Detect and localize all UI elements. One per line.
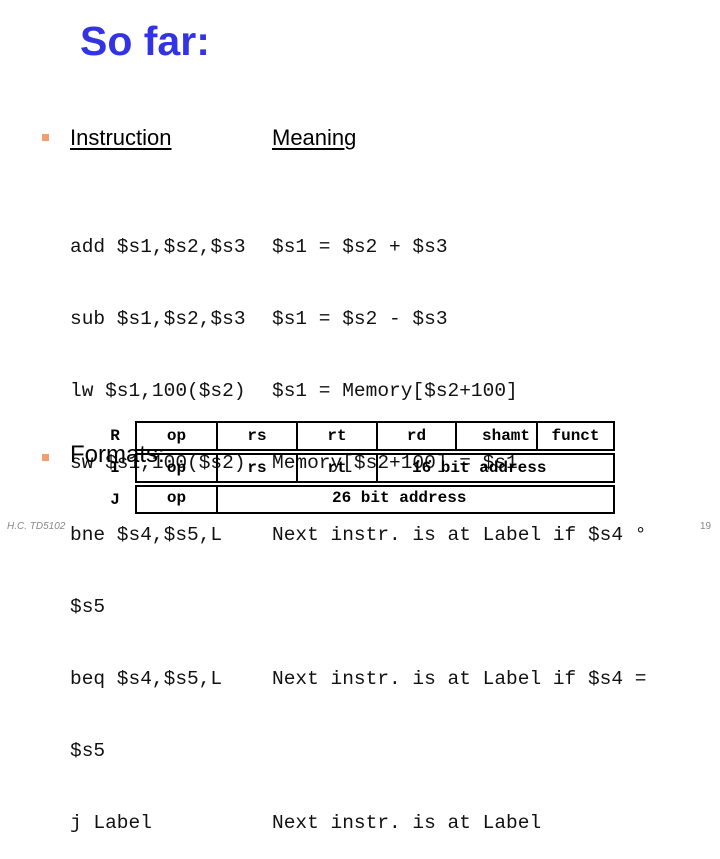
instruction-code: bne $s4,$s5,L: [70, 524, 223, 546]
instruction-code: j Label: [70, 812, 152, 834]
instruction-meaning: Next instr. is at Label if $s4 =: [272, 668, 647, 690]
bullet-icon: [42, 454, 49, 461]
j-format-row: op 26 bit address: [135, 485, 615, 514]
instruction-code: sub $s1,$s2,$s3: [70, 308, 246, 330]
instruction-heading: Instruction: [70, 125, 172, 150]
field-address-16: 16 bit address: [412, 459, 547, 477]
instruction-meaning: [272, 595, 646, 619]
instruction-meaning: $s1 = Memory[$s2+100]: [272, 380, 518, 402]
meaning-heading: Meaning: [272, 125, 357, 150]
instruction-meaning: [272, 739, 646, 763]
field-rd: rd: [378, 423, 457, 449]
field-op: op: [137, 487, 218, 512]
bullet-icon: [42, 134, 49, 141]
instruction-code: add $s1,$s2,$s3: [70, 236, 246, 258]
instruction-meaning: Next instr. is at Label if $s4 °: [272, 524, 647, 546]
formats-label: Formats:: [70, 441, 165, 468]
instruction-code: $s5: [70, 740, 106, 762]
page-number: 19: [700, 521, 712, 532]
field-funct: funct: [551, 427, 600, 445]
field-shamt: shamt: [457, 423, 538, 449]
field-rt: rt: [298, 455, 378, 481]
field-rs: rs: [218, 455, 298, 481]
field-rt: rt: [298, 423, 378, 449]
field-address-26: 26 bit address: [332, 489, 467, 507]
field-rs: rs: [218, 423, 298, 449]
footer-course-code: H.C. TD5102: [7, 521, 66, 532]
r-format-row: op rs rt rd shamt funct: [135, 421, 615, 451]
instruction-meaning: Next instr. is at Label: [272, 812, 542, 834]
i-format-row: op rs rt 16 bit address: [135, 453, 615, 483]
instruction-code: $s5: [70, 596, 106, 618]
instruction-code: beq $s4,$s5,L: [70, 668, 223, 690]
instruction-meaning: $s1 = $s2 + $s3: [272, 236, 448, 258]
instruction-meaning-list: $s1 = $s2 + $s3 $s1 = $s2 - $s3 $s1 = Me…: [272, 187, 646, 859]
instruction-code-list: add $s1,$s2,$s3 sub $s1,$s2,$s3 lw $s1,1…: [70, 187, 246, 859]
j-format-letter: J: [110, 491, 120, 509]
instruction-meaning: $s1 = $s2 - $s3: [272, 308, 448, 330]
slide-title: So far:: [80, 18, 210, 64]
instruction-code: lw $s1,100($s2): [70, 380, 246, 402]
